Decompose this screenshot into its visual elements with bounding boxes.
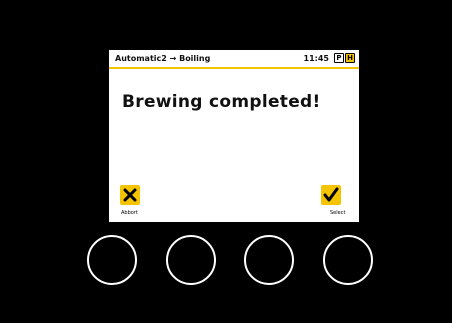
select-button[interactable] xyxy=(321,185,341,205)
close-icon xyxy=(123,188,137,202)
abort-button[interactable] xyxy=(120,185,140,205)
brewing-controller-device: Automatic2 → Boiling 11:45 P H Brewing c… xyxy=(0,0,452,323)
select-button-label: Select xyxy=(330,210,346,216)
mode-p-icon: P xyxy=(334,53,344,63)
mode-h-icon: H xyxy=(345,53,355,63)
status-bar: Automatic2 → Boiling 11:45 P H xyxy=(109,50,359,69)
display-screen: Automatic2 → Boiling 11:45 P H Brewing c… xyxy=(109,50,359,222)
hardware-button-2[interactable] xyxy=(166,235,216,285)
hardware-button-1[interactable] xyxy=(87,235,137,285)
hardware-button-3[interactable] xyxy=(244,235,294,285)
breadcrumb: Automatic2 → Boiling xyxy=(115,54,211,63)
hardware-button-4[interactable] xyxy=(323,235,373,285)
clock-time: 11:45 xyxy=(303,54,329,63)
check-icon xyxy=(323,187,339,202)
abort-button-label: Abbort xyxy=(121,210,138,216)
status-message: Brewing completed! xyxy=(122,92,321,112)
